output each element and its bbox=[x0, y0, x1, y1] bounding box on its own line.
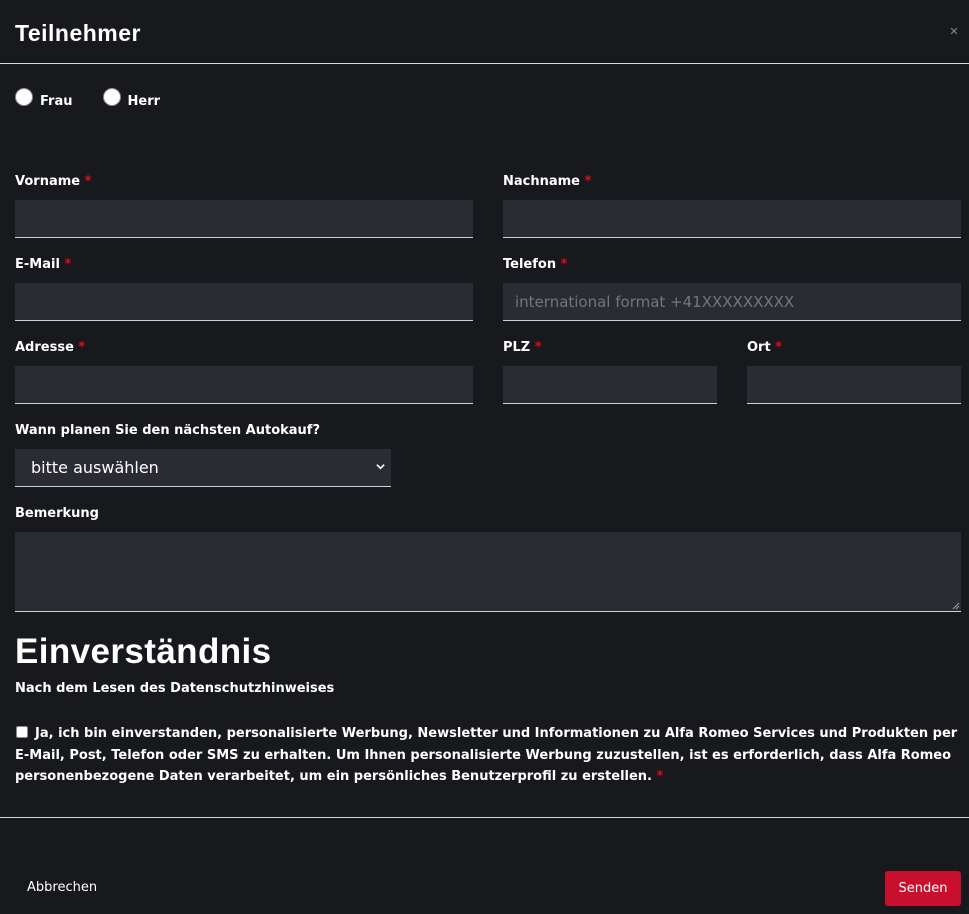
required-marker: * bbox=[84, 174, 92, 189]
radio-button[interactable] bbox=[102, 88, 121, 106]
chevron-down-icon bbox=[376, 464, 385, 470]
required-marker: * bbox=[656, 769, 664, 784]
autokauf-label: Wann planen Sie den nächsten Autokauf? bbox=[15, 423, 321, 438]
autokauf-select[interactable]: bitte auswählen bbox=[15, 449, 391, 487]
nachname-label-text: Nachname bbox=[503, 174, 581, 189]
select-value: bitte auswählen bbox=[31, 458, 159, 477]
telefon-label-text: Telefon bbox=[503, 257, 557, 272]
footer-divider bbox=[0, 817, 969, 818]
radio-label-herr: Herr bbox=[127, 93, 161, 109]
resize-handle-icon[interactable] bbox=[952, 602, 960, 610]
radio-herr[interactable]: Herr bbox=[102, 88, 161, 109]
adresse-label: Adresse * bbox=[15, 340, 85, 355]
nachname-input[interactable] bbox=[503, 200, 961, 238]
required-marker: * bbox=[775, 340, 783, 355]
consent-checkbox[interactable] bbox=[16, 726, 28, 738]
required-marker: * bbox=[534, 340, 542, 355]
plz-label-text: PLZ bbox=[503, 340, 531, 355]
radio-label-frau: Frau bbox=[40, 93, 73, 109]
radio-button[interactable] bbox=[15, 88, 33, 106]
vorname-label: Vorname * bbox=[15, 174, 91, 189]
dialog-title: Teilnehmer bbox=[15, 20, 141, 46]
required-marker: * bbox=[560, 257, 568, 272]
adresse-input[interactable] bbox=[15, 366, 473, 404]
send-button[interactable]: Senden bbox=[885, 871, 961, 906]
telefon-label: Telefon * bbox=[503, 257, 567, 272]
consent-subtitle: Nach dem Lesen des Datenschutzhinweises bbox=[15, 681, 335, 696]
salutation-group: Frau Herr bbox=[15, 88, 190, 109]
ort-label-text: Ort bbox=[747, 340, 771, 355]
required-marker: * bbox=[64, 257, 72, 272]
consent-text-block: Ja, ich bin einverstanden, personalisier… bbox=[15, 723, 967, 788]
vorname-label-text: Vorname bbox=[15, 174, 81, 189]
ort-input[interactable] bbox=[747, 366, 961, 404]
telefon-input[interactable] bbox=[503, 283, 961, 321]
bemerkung-textarea[interactable] bbox=[15, 532, 961, 612]
email-label: E-Mail * bbox=[15, 257, 71, 272]
consent-title: Einverständnis bbox=[15, 632, 272, 671]
close-icon[interactable]: ✕ bbox=[947, 25, 961, 39]
email-input[interactable] bbox=[15, 283, 473, 321]
adresse-label-text: Adresse bbox=[15, 340, 74, 355]
radio-frau[interactable]: Frau bbox=[15, 88, 73, 109]
ort-label: Ort * bbox=[747, 340, 782, 355]
bemerkung-label: Bemerkung bbox=[15, 506, 99, 521]
plz-input[interactable] bbox=[503, 366, 717, 404]
plz-label: PLZ * bbox=[503, 340, 542, 355]
required-marker: * bbox=[78, 340, 86, 355]
dialog-header: Teilnehmer ✕ bbox=[0, 0, 969, 64]
nachname-label: Nachname * bbox=[503, 174, 591, 189]
vorname-input[interactable] bbox=[15, 200, 473, 238]
consent-text: Ja, ich bin einverstanden, personalisier… bbox=[15, 726, 958, 784]
required-marker: * bbox=[584, 174, 592, 189]
email-label-text: E-Mail bbox=[15, 257, 60, 272]
cancel-button[interactable]: Abbrechen bbox=[27, 880, 97, 895]
